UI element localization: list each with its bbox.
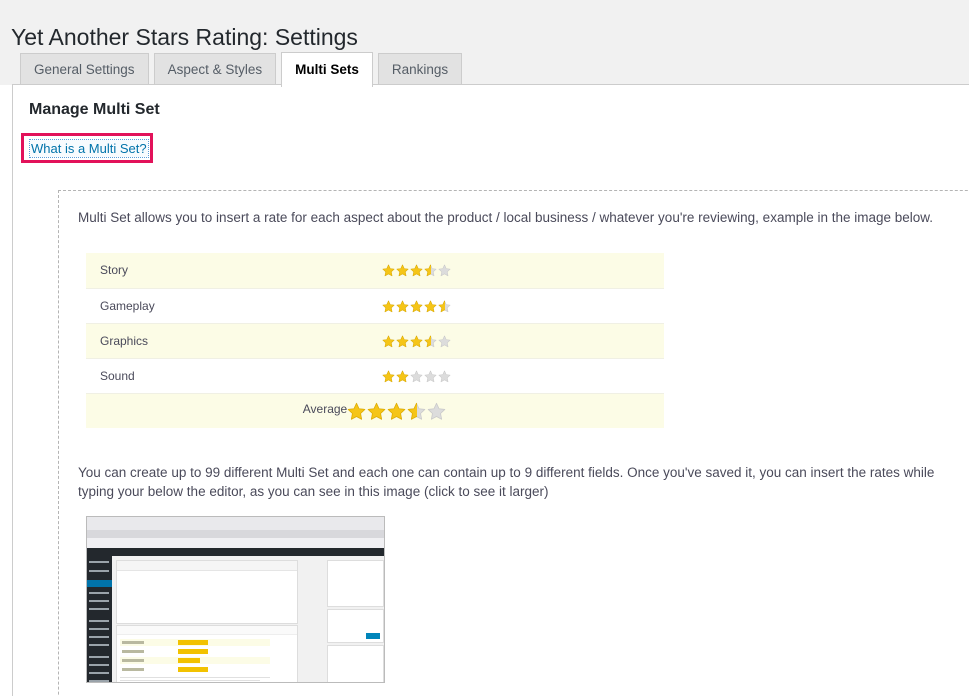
star-icon: [438, 300, 451, 313]
tab-multi-sets[interactable]: Multi Sets: [281, 52, 373, 87]
settings-panel: Manage Multi Set What is a Multi Set? Mu…: [12, 84, 969, 696]
wordpress-editor-screenshot-thumbnail[interactable]: [86, 516, 385, 683]
thumb-yasr-metabox: [116, 625, 298, 682]
star-icon: [347, 402, 366, 421]
thumb-categories-box: [327, 645, 384, 682]
star-icon: [424, 335, 437, 348]
multiset-explanation-box: Multi Set allows you to insert a rate fo…: [58, 190, 969, 696]
star-icon: [407, 402, 426, 421]
star-icon: [382, 370, 395, 383]
star-rating: [382, 335, 452, 348]
star-icon: [396, 264, 409, 277]
table-row: Graphics: [86, 323, 664, 359]
tab-general-settings[interactable]: General Settings: [20, 53, 149, 86]
thumb-publish-sidebar: [327, 560, 384, 682]
star-icon: [382, 264, 395, 277]
table-row: Gameplay: [86, 288, 664, 324]
star-rating: [382, 370, 452, 383]
aspect-label: Story: [86, 253, 382, 289]
thumb-table-row: [120, 639, 270, 646]
browser-viewport: Yet Another Stars Rating: Settings Gener…: [0, 0, 969, 696]
aspect-label: Gameplay: [86, 288, 382, 324]
star-icon: [367, 402, 386, 421]
tab-aspect-styles[interactable]: Aspect & Styles: [153, 53, 277, 86]
table-row: Sound: [86, 358, 664, 394]
multiset-example-table: Story Gameplay Graphics Sound Average: [86, 253, 664, 428]
star-icon: [424, 264, 437, 277]
star-rating: [382, 264, 452, 277]
thumb-browser-urlbar: [87, 538, 384, 548]
thumb-sidebar-box: [327, 560, 384, 607]
aspect-rating: [382, 288, 664, 324]
explanation-paragraph-1: Multi Set allows you to insert a rate fo…: [78, 210, 934, 225]
table-row: Story: [86, 253, 664, 289]
thumb-post-editor: [116, 560, 298, 624]
aspect-rating: [382, 358, 664, 394]
aspect-label: Graphics: [86, 323, 382, 359]
star-icon: [396, 335, 409, 348]
star-icon: [410, 300, 423, 313]
average-star-rating: [347, 402, 447, 421]
multiset-table-body: Story Gameplay Graphics Sound Average: [86, 253, 664, 428]
star-icon: [410, 335, 423, 348]
thumb-editor-toolbar: [117, 561, 297, 571]
star-icon: [387, 402, 406, 421]
table-row-average: Average: [86, 393, 664, 428]
star-icon: [382, 335, 395, 348]
thumb-browser-tabbar: [87, 530, 384, 538]
star-icon: [382, 300, 395, 313]
thumb-metabox-header: [117, 626, 297, 635]
explanation-paragraph-2: You can create up to 99 different Multi …: [78, 465, 935, 499]
thumb-publish-box: [327, 609, 384, 643]
aspect-rating: [382, 253, 664, 289]
thumb-wp-sidebar: [87, 556, 112, 682]
star-icon: [410, 264, 423, 277]
thumb-table-row: [120, 657, 270, 664]
tab-rankings[interactable]: Rankings: [377, 53, 463, 86]
aspect-label: Sound: [86, 358, 382, 394]
section-title: Manage Multi Set: [29, 101, 160, 118]
page-title: Yet Another Stars Rating: Settings: [11, 24, 358, 51]
thumb-browser-titlebar: [87, 517, 384, 530]
star-icon: [396, 300, 409, 313]
star-icon: [438, 264, 451, 277]
settings-tab-strip: General Settings Aspect & Styles Multi S…: [20, 50, 467, 87]
thumb-table-row: [120, 648, 270, 655]
average-label: Average: [302, 402, 348, 417]
thumb-wp-content: [112, 556, 384, 682]
star-icon: [396, 370, 409, 383]
thumb-wp-adminbar: [87, 548, 384, 556]
average-cell: Average: [86, 393, 664, 428]
star-rating: [382, 300, 452, 313]
star-icon: [424, 370, 437, 383]
what-is-a-multi-set-link[interactable]: What is a Multi Set?: [29, 139, 149, 158]
star-icon: [438, 335, 451, 348]
star-icon: [438, 370, 451, 383]
aspect-rating: [382, 323, 664, 359]
star-icon: [427, 402, 446, 421]
star-icon: [424, 300, 437, 313]
star-icon: [410, 370, 423, 383]
thumb-table-row: [120, 666, 270, 673]
